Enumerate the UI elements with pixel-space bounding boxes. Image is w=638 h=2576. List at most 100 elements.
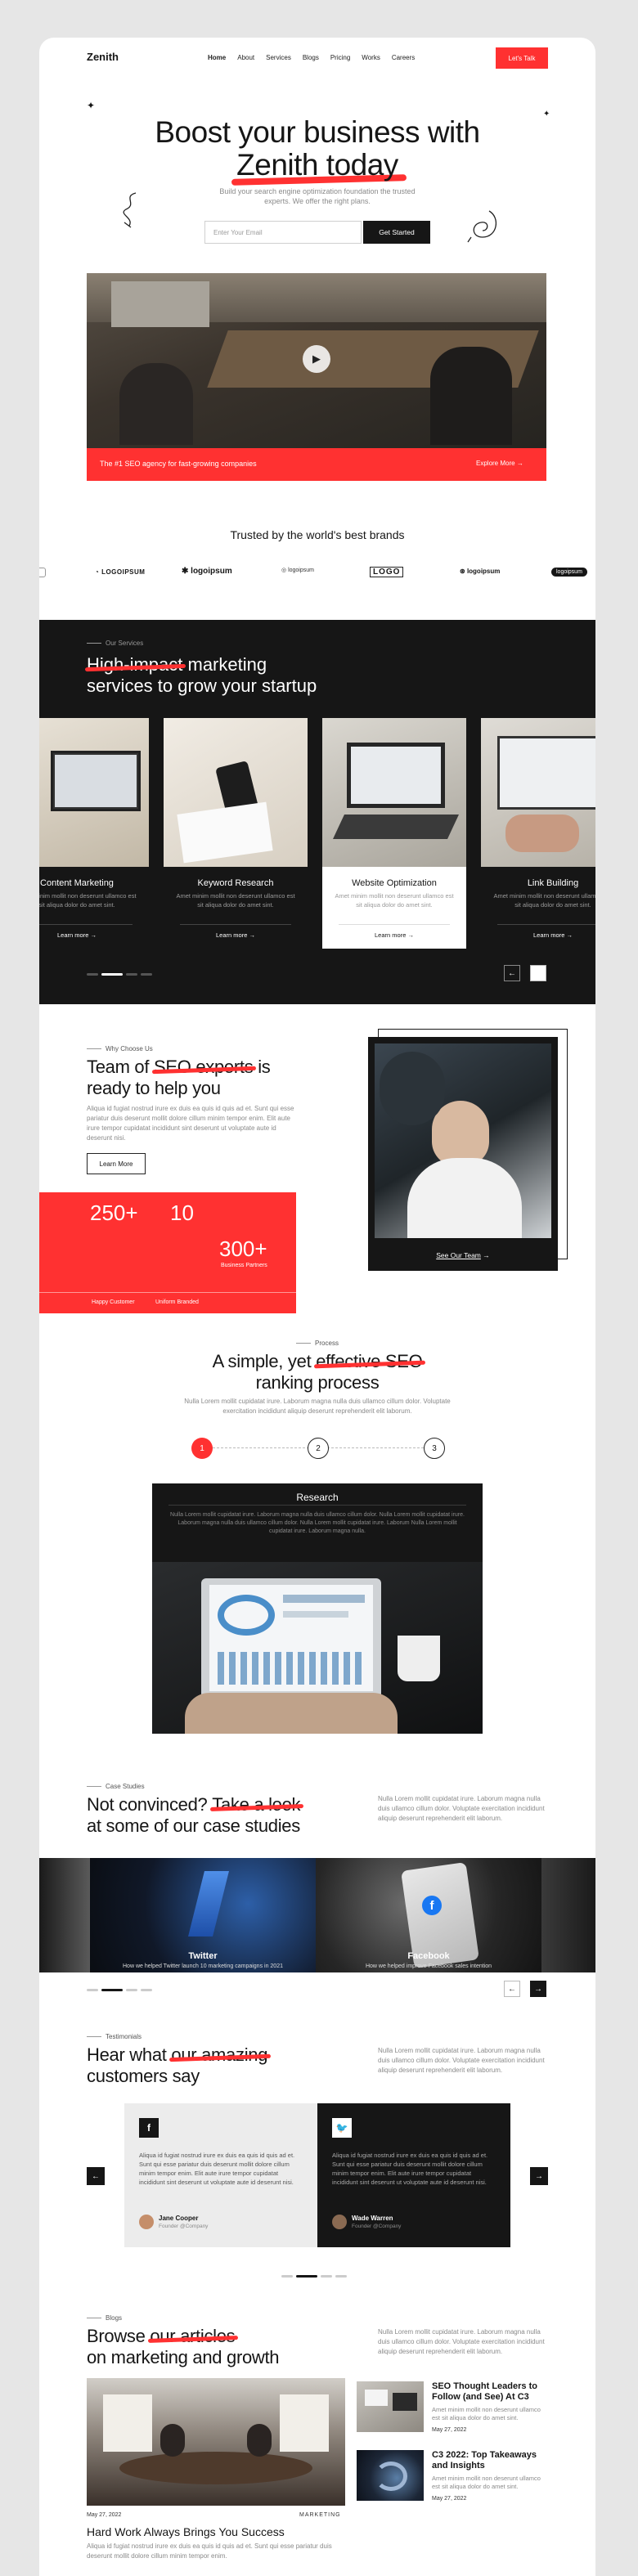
why-title: Team of SEO experts is ready to help you xyxy=(87,1057,271,1098)
arrow-right-icon: → xyxy=(407,931,414,939)
learn-more-button[interactable]: Learn More xyxy=(87,1153,146,1174)
blogs-title: Browse our articles on marketing and gro… xyxy=(87,2326,280,2367)
cases-desc: Nulla Lorem mollit cupidatat irure. Labo… xyxy=(378,1795,545,1822)
nav-link-pricing[interactable]: Pricing xyxy=(330,54,350,61)
case-card-partial-left xyxy=(39,1858,90,1972)
blog-main-title[interactable]: Hard Work Always Brings You Success xyxy=(87,2525,285,2538)
learn-more-link[interactable]: Learn more → xyxy=(180,924,291,939)
stats-panel: 250+ 10 300+ Business Partners Happy Cus… xyxy=(39,1192,296,1313)
step-3[interactable]: 3 xyxy=(424,1438,445,1459)
learn-more-link[interactable]: Learn more → xyxy=(39,924,133,939)
brands-title: Trusted by the world's best brands xyxy=(230,528,405,541)
service-desc: Amet minim mollit non deserunt ullamco e… xyxy=(493,892,595,909)
testimonial-card-jane: f Aliqua id fugiat nostrud irure ex duis… xyxy=(124,2103,317,2247)
service-card-keyword-research[interactable]: Keyword Research Amet minim mollit non d… xyxy=(164,718,308,949)
play-icon[interactable]: ▶ xyxy=(303,345,330,373)
process-card-desc: Nulla Lorem mollit cupidatat irure. Labo… xyxy=(170,1512,465,1534)
services-prev-button[interactable]: ← xyxy=(504,965,520,981)
brand-logo-4: LOGO xyxy=(370,567,404,577)
case-title: Facebook xyxy=(407,1951,450,1961)
cases-eyebrow: Case Studies xyxy=(87,1783,145,1790)
service-image xyxy=(164,718,308,867)
hero-banner-text: The #1 SEO agency for fast-growing compa… xyxy=(100,460,257,468)
learn-more-link[interactable]: Learn more → xyxy=(339,924,450,939)
cases-prev-button[interactable]: ← xyxy=(504,1981,520,1997)
testimonial-name: Jane Cooper xyxy=(159,2215,199,2222)
facebook-icon: f xyxy=(139,2118,159,2138)
process-card-image xyxy=(152,1562,483,1734)
case-title: Twitter xyxy=(188,1951,218,1961)
brand-logo[interactable]: Zenith xyxy=(87,51,119,63)
cases-title: Not convinced? Take a look at some of ou… xyxy=(87,1794,301,1836)
see-our-team-link[interactable]: See Our Team → xyxy=(368,1251,558,1259)
brand-logo-partial xyxy=(39,568,46,577)
case-desc: How we helped improve Facebook sales int… xyxy=(365,1963,492,1969)
arrow-left-icon: ← xyxy=(508,1984,516,1994)
why-desc: Aliqua id fugiat nostrud irure ex duis e… xyxy=(87,1105,294,1142)
case-card-facebook[interactable]: f Facebook How we helped improve Faceboo… xyxy=(316,1858,541,1972)
service-card-link-building[interactable]: Link Building Amet minim mollit non dese… xyxy=(481,718,595,949)
blog-main-date: May 27, 2022 xyxy=(87,2512,122,2518)
service-image xyxy=(39,718,149,867)
nav-link-careers[interactable]: Careers xyxy=(392,54,415,61)
service-title: Link Building xyxy=(527,878,579,888)
services-carousel-dots xyxy=(87,973,152,976)
blog-side-image xyxy=(357,2381,424,2432)
blog-main-category: MARKETING xyxy=(299,2512,341,2518)
service-title: Website Optimization xyxy=(352,878,437,888)
lets-talk-button[interactable]: Let's Talk xyxy=(496,47,548,69)
cases-next-button[interactable]: → xyxy=(530,1981,546,1997)
blogs-eyebrow: Blogs xyxy=(87,2314,122,2322)
service-desc: Amet minim mollit non deserunt ullamco e… xyxy=(39,892,137,909)
nav-link-works[interactable]: Works xyxy=(362,54,380,61)
services-title: High-impact marketing services to grow y… xyxy=(87,654,317,696)
process-card-title: Research xyxy=(296,1492,339,1503)
blogs-desc: Nulla Lorem mollit cupidatat irure. Labo… xyxy=(378,2328,545,2355)
stat-label-happy-customer: Happy Customer xyxy=(92,1299,135,1305)
blog-main-image[interactable] xyxy=(87,2378,345,2506)
sparkle-icon: ✦ xyxy=(87,100,96,111)
nav-link-services[interactable]: Services xyxy=(266,54,291,61)
testimonials-eyebrow: Testimonials xyxy=(87,2033,142,2040)
blog-side-item-1[interactable]: SEO Thought Leaders to Follow (and See) … xyxy=(357,2381,546,2435)
stat-happy-customer: 250+ xyxy=(90,1200,138,1225)
get-started-button[interactable]: Get Started xyxy=(363,221,430,244)
arrow-right-icon: → xyxy=(534,1984,542,1994)
blog-side-desc: Amet minim mollit non deserunt ullamco e… xyxy=(432,2475,541,2490)
service-card-website-optimization[interactable]: Website Optimization Amet minim mollit n… xyxy=(322,718,466,949)
testimonials-next-button[interactable]: → xyxy=(530,2167,548,2185)
nav-link-blogs[interactable]: Blogs xyxy=(303,54,319,61)
blog-side-item-2[interactable]: C3 2022: Top Takeaways and Insights Amet… xyxy=(357,2450,546,2504)
arrow-right-icon: → xyxy=(483,1251,490,1259)
service-image xyxy=(481,718,595,867)
testimonial-name: Wade Warren xyxy=(352,2215,393,2222)
testimonial-quote: Aliqua id fugiat nostrud irure ex duis e… xyxy=(139,2152,295,2186)
testimonial-role: Founder @Company xyxy=(352,2224,402,2229)
explore-more-link[interactable]: Explore More → xyxy=(476,460,523,467)
case-card-twitter[interactable]: Twitter How we helped Twitter launch 10 … xyxy=(90,1858,316,1972)
nav-link-home[interactable]: Home xyxy=(208,54,226,61)
nav-link-about[interactable]: About xyxy=(237,54,254,61)
arrow-right-icon: → xyxy=(566,931,573,939)
step-1[interactable]: 1 xyxy=(191,1438,213,1459)
services-eyebrow: Our Services xyxy=(87,640,143,647)
brand-logo-2: ✱ logoipsum xyxy=(182,567,232,576)
nav-links: Home About Services Blogs Pricing Works … xyxy=(208,54,415,61)
testimonial-role: Founder @Company xyxy=(159,2224,209,2229)
arrow-right-icon: → xyxy=(535,2171,543,2181)
page: Zenith Home About Services Blogs Pricing… xyxy=(39,38,595,2576)
email-input[interactable]: Enter Your Email xyxy=(204,221,362,244)
brand-logo-1: ◔ LOGOIPSUM xyxy=(95,568,146,576)
top-nav: Zenith Home About Services Blogs Pricing… xyxy=(39,38,595,79)
testimonials-prev-button[interactable]: ← xyxy=(87,2167,105,2185)
service-card-content-marketing[interactable]: Content Marketing Amet minim mollit non … xyxy=(39,718,149,949)
hero-image: ▶ xyxy=(87,273,546,448)
avatar xyxy=(139,2215,154,2229)
arrow-right-icon: → xyxy=(516,460,523,467)
services-next-button[interactable] xyxy=(530,965,546,981)
hero-banner: The #1 SEO agency for fast-growing compa… xyxy=(87,448,546,481)
testimonial-card-wade: 🐦 Aliqua id fugiat nostrud irure ex duis… xyxy=(317,2103,510,2247)
step-2[interactable]: 2 xyxy=(308,1438,329,1459)
learn-more-link[interactable]: Learn more → xyxy=(497,924,595,939)
process-desc: Nulla Lorem mollit cupidatat irure. Labo… xyxy=(184,1398,451,1415)
